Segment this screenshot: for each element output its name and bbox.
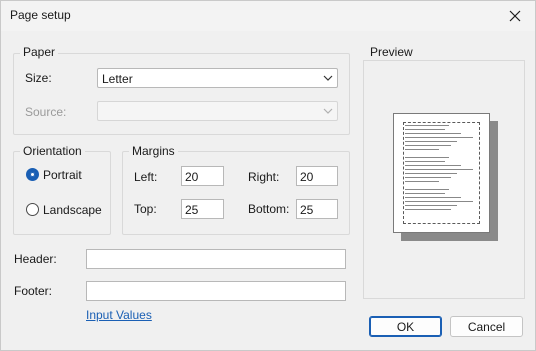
preview-text-line <box>405 161 445 162</box>
chevron-down-icon <box>323 75 333 81</box>
top-margin-value: 25 <box>185 203 199 217</box>
header-input[interactable] <box>86 249 346 269</box>
preview-text-line <box>405 201 473 202</box>
portrait-label[interactable]: Portrait <box>43 168 82 182</box>
margins-group <box>122 151 350 235</box>
preview-text-line <box>405 205 457 206</box>
preview-text-line <box>405 129 445 130</box>
title-bar: Page setup <box>1 1 535 31</box>
preview-text-line <box>405 181 439 182</box>
close-icon <box>509 10 521 22</box>
preview-text-line <box>405 169 473 170</box>
landscape-label[interactable]: Landscape <box>43 203 102 217</box>
right-margin-label: Right: <box>248 170 280 184</box>
margins-legend: Margins <box>129 144 178 158</box>
left-margin-value: 20 <box>185 170 199 184</box>
source-select[interactable] <box>97 101 338 121</box>
header-label: Header: <box>14 252 57 266</box>
preview-text-line <box>405 193 445 194</box>
preview-text-line <box>405 125 449 126</box>
paper-legend: Paper <box>20 45 59 59</box>
right-margin-value: 20 <box>300 170 314 184</box>
orientation-group <box>13 151 111 235</box>
left-margin-label: Left: <box>134 170 158 184</box>
top-margin-label: Top: <box>134 202 157 216</box>
size-select[interactable]: Letter <box>97 68 338 88</box>
preview-text-line <box>405 137 473 138</box>
cancel-button[interactable]: Cancel <box>450 316 523 337</box>
preview-text-line <box>405 165 461 166</box>
portrait-radio[interactable] <box>26 168 39 181</box>
paper-group <box>13 53 350 135</box>
size-value: Letter <box>102 72 133 86</box>
preview-text-line <box>405 145 451 146</box>
preview-label: Preview <box>370 45 413 59</box>
preview-text-line <box>405 177 451 178</box>
input-values-link[interactable]: Input Values <box>86 308 152 322</box>
landscape-radio[interactable] <box>26 203 39 216</box>
bottom-margin-value: 25 <box>300 203 314 217</box>
preview-text-line <box>405 149 439 150</box>
preview-text-line <box>405 209 451 210</box>
chevron-down-icon <box>323 108 333 114</box>
bottom-margin-input[interactable]: 25 <box>296 199 338 219</box>
footer-input[interactable] <box>86 281 346 301</box>
window-title: Page setup <box>10 8 71 22</box>
orientation-legend: Orientation <box>20 144 85 158</box>
right-margin-input[interactable]: 20 <box>296 166 338 186</box>
close-button[interactable] <box>495 1 535 31</box>
preview-text-line <box>405 157 449 158</box>
size-label: Size: <box>25 71 52 85</box>
footer-label: Footer: <box>14 284 53 298</box>
preview-text-line <box>405 197 461 198</box>
ok-button[interactable]: OK <box>369 316 442 337</box>
page-setup-dialog: Page setup Paper Size: Letter Source: Or… <box>0 0 536 351</box>
page-preview <box>393 113 490 233</box>
preview-text-line <box>405 173 457 174</box>
top-margin-input[interactable]: 25 <box>181 199 224 219</box>
source-label: Source: <box>25 105 67 119</box>
preview-text-line <box>405 133 461 134</box>
bottom-margin-label: Bottom: <box>248 202 290 216</box>
preview-text-line <box>405 141 457 142</box>
preview-text-line <box>405 189 449 190</box>
left-margin-input[interactable]: 20 <box>181 166 224 186</box>
